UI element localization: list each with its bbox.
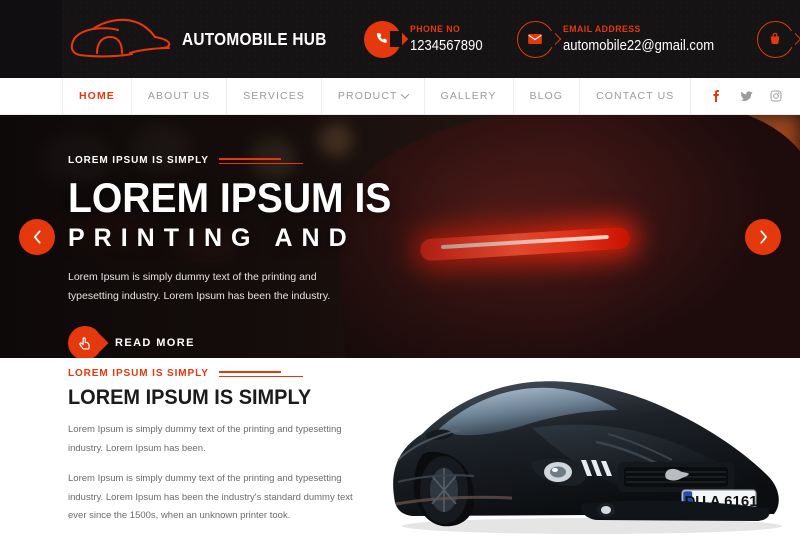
basket-icon — [770, 32, 780, 45]
nav-item-gallery[interactable]: GALLERY — [423, 78, 513, 114]
nav-item-label: SERVICES — [243, 90, 305, 102]
email-label: EMAIL ADDRESS — [562, 24, 641, 35]
header-phone[interactable]: PHONE NO 1234567890 — [364, 20, 491, 58]
hero-read-more-button[interactable]: READ MORE — [68, 325, 398, 358]
social-links — [691, 78, 800, 114]
phone-badge — [364, 20, 409, 58]
about-text-column: LOREM IPSUM IS SIMPLY LOREM IPSUM IS SIM… — [68, 368, 368, 540]
phone-label: PHONE NO — [410, 24, 461, 35]
about-eyebrow-row: LOREM IPSUM IS SIMPLY — [68, 368, 368, 379]
hero-eyebrow-row: LOREM IPSUM IS SIMPLY — [68, 155, 398, 166]
main-navigation: HOME ABOUT US SERVICES PRODUCT GALLERY B… — [0, 78, 800, 115]
hero-carousel: LOREM IPSUM IS SIMPLY LOREM IPSUM IS PRI… — [0, 115, 800, 358]
carousel-prev-button[interactable] — [19, 218, 55, 255]
email-badge — [516, 20, 562, 58]
chevron-left-icon — [33, 229, 41, 244]
about-paragraph-1: Lorem Ipsum is simply dummy text of the … — [68, 424, 342, 454]
nav-item-label: GALLERY — [440, 90, 497, 102]
nav-item-home[interactable]: HOME — [62, 78, 131, 114]
hero-eyebrow: LOREM IPSUM IS SIMPLY — [68, 155, 209, 166]
phone-icon — [376, 33, 387, 43]
chevron-right-icon — [759, 229, 767, 244]
about-eyebrow: LOREM IPSUM IS SIMPLY — [68, 368, 209, 379]
header-cart[interactable]: CART $0.00 — [756, 20, 800, 58]
nav-item-list: HOME ABOUT US SERVICES PRODUCT GALLERY B… — [62, 78, 692, 114]
page-root: AUTOMOBILE HUB PHONE NO 1234567890 EMAIL… — [0, 0, 800, 540]
phone-value: 1234567890 — [410, 38, 483, 54]
about-car-image: DU A 6161 — [393, 381, 782, 534]
about-paragraph-2: Lorem Ipsum is simply dummy text of the … — [68, 473, 353, 522]
header-email[interactable]: EMAIL ADDRESS automobile22@gmail.com — [516, 20, 731, 58]
carousel-next-button[interactable] — [745, 218, 781, 255]
nav-item-blog[interactable]: BLOG — [512, 78, 580, 114]
site-header: AUTOMOBILE HUB PHONE NO 1234567890 EMAIL… — [0, 0, 800, 78]
nav-item-contact-us[interactable]: CONTACT US — [579, 78, 692, 114]
nav-item-label: ABOUT US — [147, 90, 211, 102]
nav-item-product[interactable]: PRODUCT — [320, 78, 424, 114]
header-contact-group: PHONE NO 1234567890 EMAIL ADDRESS automo… — [364, 20, 800, 58]
hero-heading-line1: LOREM IPSUM IS — [68, 174, 392, 221]
nav-item-label: HOME — [79, 90, 115, 102]
nav-item-services[interactable]: SERVICES — [226, 78, 321, 114]
hero-cta-label: READ MORE — [115, 336, 195, 349]
hand-pointer-icon — [79, 337, 90, 350]
hero-paragraph: Lorem Ipsum is simply dummy text of the … — [68, 271, 331, 303]
chevron-down-icon — [400, 90, 409, 99]
hero-accent-lines — [218, 157, 303, 164]
hero-content: LOREM IPSUM IS SIMPLY LOREM IPSUM IS PRI… — [68, 155, 398, 358]
hero-heading-line2: PRINTING AND — [68, 224, 356, 252]
cart-badge — [756, 20, 800, 58]
email-value: automobile22@gmail.com — [562, 38, 715, 54]
site-logo[interactable]: AUTOMOBILE HUB — [66, 12, 346, 66]
twitter-icon[interactable] — [739, 89, 753, 103]
nav-item-label: BLOG — [529, 90, 564, 102]
hero-cta-badge — [68, 325, 109, 358]
car-outline-logo-icon — [70, 18, 171, 58]
about-heading: LOREM IPSUM IS SIMPLY — [68, 386, 312, 409]
nav-item-label: PRODUCT — [337, 90, 398, 102]
nav-item-label: CONTACT US — [596, 90, 675, 102]
about-section: LOREM IPSUM IS SIMPLY LOREM IPSUM IS SIM… — [0, 358, 800, 540]
site-logo-text: AUTOMOBILE HUB — [182, 28, 327, 49]
about-accent-lines — [218, 370, 303, 377]
envelope-icon — [528, 34, 543, 44]
nav-item-about-us[interactable]: ABOUT US — [130, 78, 226, 114]
facebook-icon[interactable] — [709, 89, 723, 103]
instagram-icon[interactable] — [769, 89, 783, 103]
